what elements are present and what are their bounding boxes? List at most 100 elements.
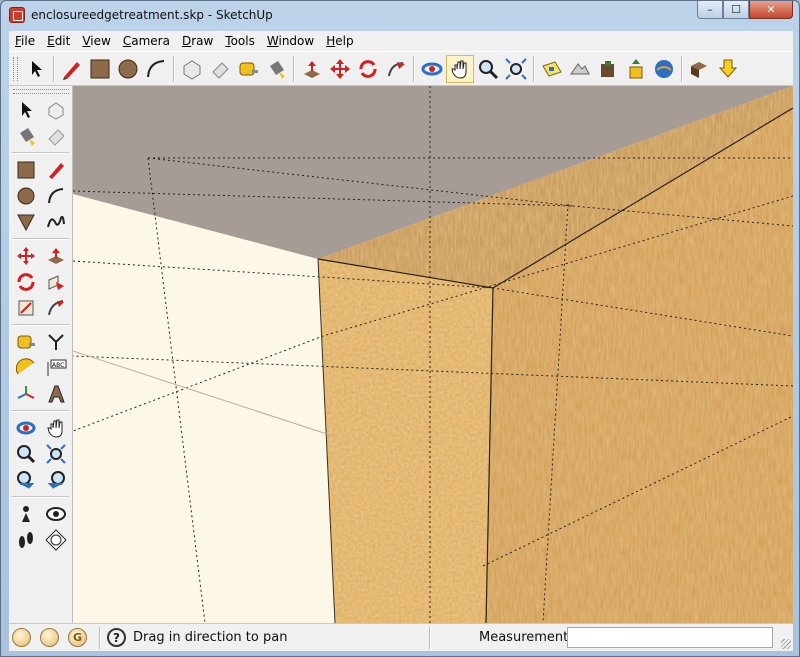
make-component-button[interactable] [178,55,206,83]
maximize-button[interactable]: ☐ [723,1,749,19]
select-tool-button[interactable] [22,55,50,83]
section-plane-button[interactable] [41,527,71,553]
toolbar-grip[interactable] [13,56,18,81]
position-camera-button[interactable] [11,501,41,527]
resize-grip[interactable] [781,639,791,649]
orbit-icon [16,421,36,435]
google-signin-icon[interactable]: G [68,628,87,647]
status-divider [99,627,101,649]
rotate-tool-button[interactable] [11,269,41,295]
menu-help-rest: elp [335,34,354,48]
paint-bucket-button[interactable] [11,123,41,149]
menu-tools[interactable]: Tools [219,31,261,51]
arc-tool-button[interactable] [142,55,170,83]
previous-view-button[interactable] [11,467,41,493]
push-pull-button[interactable] [298,55,326,83]
dimension-tool-button[interactable] [41,329,71,355]
left-toolbar: ABC [9,86,73,623]
left-toolbar-grip[interactable] [13,89,69,94]
3d-text-tool-button[interactable] [41,381,71,407]
follow-me-button[interactable] [41,269,71,295]
export-button[interactable] [714,55,742,83]
pencil-line-icon [63,61,80,80]
rectangle-tool-button[interactable] [11,157,41,183]
zoom-window-button[interactable] [41,441,71,467]
menu-help[interactable]: Help [320,31,359,51]
add-location-button[interactable] [538,55,566,83]
guide-line-solid [73,350,334,437]
orbit-tool-button[interactable] [418,55,446,83]
protractor-icon [16,358,35,375]
move-tool-button[interactable] [11,243,41,269]
title-bar[interactable]: enclosureedgetreatment.skp - SketchUp – … [1,1,799,30]
toggle-terrain-button[interactable] [566,55,594,83]
zoom-tool-button[interactable] [474,55,502,83]
minimize-button[interactable]: – [697,1,723,19]
tape-measure-button[interactable] [234,55,262,83]
eraser-tool-button[interactable] [206,55,234,83]
3d-text-icon [48,385,65,403]
board-front-texture [318,259,493,623]
rectangle-tool-button[interactable] [86,55,114,83]
line-tool-button[interactable] [41,157,71,183]
rectangle-icon [90,59,110,78]
arc-icon [147,59,165,77]
rotate-tool-button[interactable] [354,55,382,83]
tool-row [9,381,72,407]
measurements-input[interactable] [567,627,773,648]
google-earth-button[interactable] [650,55,678,83]
select-tool-button[interactable] [11,97,41,123]
menu-camera[interactable]: Camera [117,31,176,51]
zoom-icon [17,445,36,464]
components-icon [691,61,707,78]
circle-tool-button[interactable] [11,183,41,209]
walk-button[interactable] [11,527,41,553]
toolbar-separator [413,55,415,82]
credits-icon[interactable] [40,628,59,647]
paint-bucket-button[interactable] [262,55,290,83]
move-icon [17,247,35,265]
menu-edit[interactable]: Edit [41,31,76,51]
pencil-tool-button[interactable] [58,55,86,83]
make-component-button[interactable] [41,97,71,123]
menu-file[interactable]: File [9,31,41,51]
offset-tool-button[interactable] [41,295,71,321]
status-bar: G ? Drag in direction to pan Measurement… [9,623,793,651]
status-message: Drag in direction to pan [133,630,288,645]
follow-me-button[interactable] [382,55,410,83]
next-view-button[interactable] [41,467,71,493]
tape-measure-button[interactable] [11,329,41,355]
move-tool-button[interactable] [326,55,354,83]
protractor-tool-button[interactable] [11,355,41,381]
orbit-tool-button[interactable] [11,415,41,441]
look-around-button[interactable] [41,501,71,527]
text-tool-button[interactable]: ABC [41,355,71,381]
pan-tool-button[interactable] [446,54,474,83]
menu-window[interactable]: Window [261,31,320,51]
eraser-tool-button[interactable] [41,123,71,149]
circle-tool-button[interactable] [114,55,142,83]
push-pull-button[interactable] [41,243,71,269]
pan-tool-button[interactable] [41,415,71,441]
main-toolbar [9,51,793,86]
menu-draw[interactable]: Draw [176,31,219,51]
rotate-icon [17,273,35,291]
scale-tool-button[interactable] [11,295,41,321]
arc-tool-button[interactable] [41,183,71,209]
axes-tool-button[interactable] [11,381,41,407]
sketchup-logo-icon[interactable] [9,7,25,23]
get-models-button[interactable] [594,55,622,83]
model-canvas[interactable] [73,86,793,623]
zoom-extents-button[interactable] [502,55,530,83]
share-model-button[interactable] [622,55,650,83]
components-button[interactable] [686,55,714,83]
polygon-tool-button[interactable] [11,209,41,235]
menu-view[interactable]: View [76,31,116,51]
zoom-tool-button[interactable] [11,441,41,467]
close-button[interactable]: ✕ [749,1,793,19]
freehand-tool-button[interactable] [41,209,71,235]
3d-viewport[interactable] [73,86,793,623]
help-icon[interactable]: ? [107,628,126,647]
geo-location-icon[interactable] [12,628,31,647]
google-earth-icon [655,59,673,78]
